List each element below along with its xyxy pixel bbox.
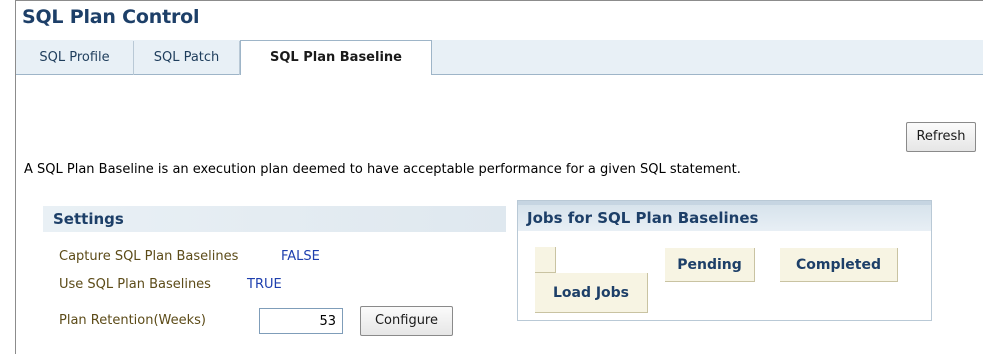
tab-sql-patch[interactable]: SQL Patch bbox=[134, 41, 240, 75]
refresh-button[interactable]: Refresh bbox=[906, 122, 976, 152]
plan-retention-label: Plan Retention(Weeks) bbox=[59, 313, 207, 328]
use-baselines-label: Use SQL Plan Baselines bbox=[59, 277, 211, 292]
jobs-panel: Jobs for SQL Plan Baselines Load Jobs Pe… bbox=[517, 200, 932, 321]
configure-button[interactable]: Configure bbox=[360, 306, 453, 336]
settings-section-header: Settings bbox=[43, 206, 506, 232]
tab-sql-plan-baseline[interactable]: SQL Plan Baseline bbox=[240, 40, 432, 75]
page-title: SQL Plan Control bbox=[22, 6, 200, 28]
pending-column-header: Pending bbox=[665, 248, 755, 282]
jobs-panel-header: Jobs for SQL Plan Baselines bbox=[518, 201, 931, 231]
use-baselines-value[interactable]: TRUE bbox=[247, 277, 282, 292]
jobs-table-corner bbox=[535, 247, 556, 273]
tab-sql-profile[interactable]: SQL Profile bbox=[16, 41, 134, 75]
plan-retention-input[interactable] bbox=[259, 308, 343, 334]
load-jobs-header: Load Jobs bbox=[535, 273, 648, 313]
capture-baselines-label: Capture SQL Plan Baselines bbox=[59, 249, 239, 264]
completed-column-header: Completed bbox=[780, 248, 898, 282]
capture-baselines-value[interactable]: FALSE bbox=[281, 249, 320, 264]
page-description: A SQL Plan Baseline is an execution plan… bbox=[24, 162, 741, 177]
